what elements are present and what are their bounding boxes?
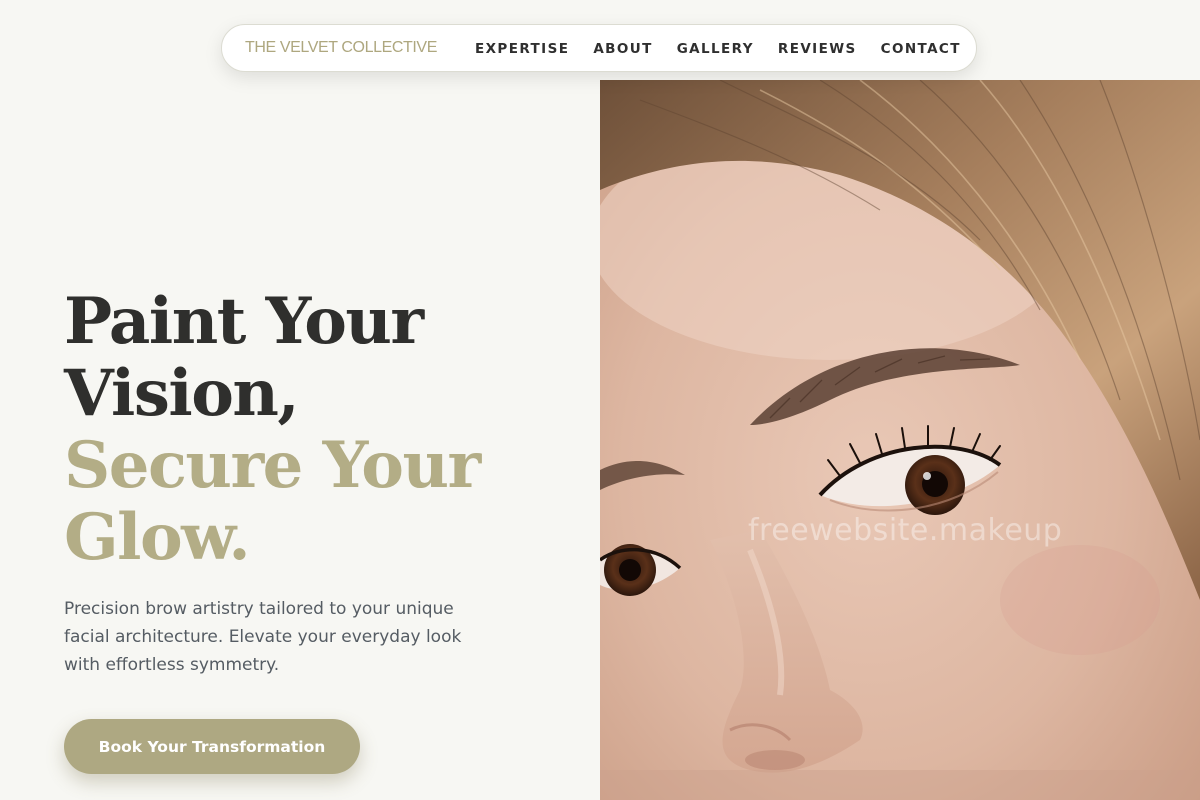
page: THE VELVET COLLECTIVE EXPERTISE ABOUT GA… [0, 0, 1200, 800]
nav-link-gallery[interactable]: GALLERY [677, 41, 754, 57]
book-transformation-button[interactable]: Book Your Transformation [64, 719, 360, 774]
nav-link-about[interactable]: ABOUT [593, 41, 652, 57]
nav-link-expertise[interactable]: EXPERTISE [475, 41, 569, 57]
hero-title-accent-line-1: Secure Your [64, 428, 481, 503]
face-illustration [600, 80, 1200, 800]
nav-links: EXPERTISE ABOUT GALLERY REVIEWS CONTACT [475, 41, 961, 57]
nav-link-contact[interactable]: CONTACT [881, 41, 961, 57]
hero-title-line-1: Paint Your [64, 284, 424, 359]
brand-logo[interactable]: THE VELVET COLLECTIVE [245, 39, 437, 57]
hero-description: Precision brow artistry tailored to your… [64, 599, 462, 675]
nav-link-reviews[interactable]: REVIEWS [778, 41, 857, 57]
hero-title-line-2: Vision, [64, 356, 300, 431]
hero-title: Paint Your Vision, Secure Your Glow. [64, 284, 481, 575]
top-navbar: THE VELVET COLLECTIVE EXPERTISE ABOUT GA… [221, 24, 977, 72]
hero-title-accent-line-2: Glow. [64, 500, 251, 575]
hero-face-photo: freewebsite.makeup [600, 80, 1200, 800]
